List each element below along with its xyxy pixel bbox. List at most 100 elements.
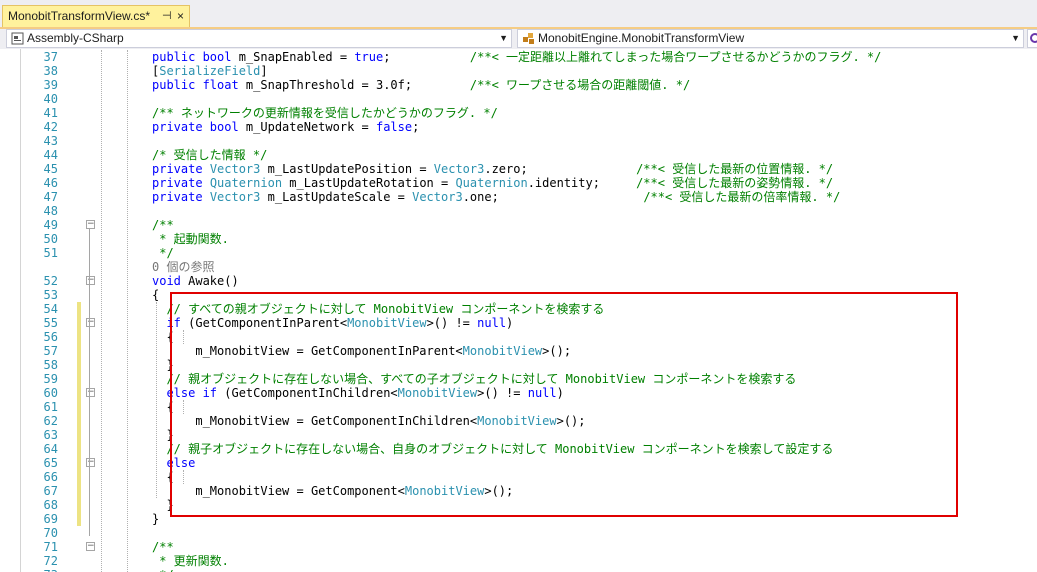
line-number: 66 xyxy=(43,470,58,484)
line-number: 41 xyxy=(43,106,58,120)
change-marker xyxy=(77,470,81,484)
line-number: 49 xyxy=(43,218,58,232)
class-name: MonobitEngine.MonobitTransformView xyxy=(538,31,745,45)
line-number: 51 xyxy=(43,246,58,260)
fold-region-line xyxy=(89,228,90,536)
line-number: 54 xyxy=(43,302,58,316)
line-number: 50 xyxy=(43,232,58,246)
tab-title: MonobitTransformView.cs* xyxy=(8,9,151,23)
collapse-toggle-icon[interactable]: − xyxy=(86,388,95,397)
code-line[interactable]: 73 */ xyxy=(0,568,1037,572)
class-icon xyxy=(522,32,535,45)
line-number: 46 xyxy=(43,176,58,190)
code-line[interactable]: 39 public float m_SnapThreshold = 3.0f; /… xyxy=(0,78,1037,92)
change-marker xyxy=(77,344,81,358)
close-icon[interactable]: × xyxy=(177,6,184,26)
project-dropdown[interactable]: Assembly-CSharp ▼ xyxy=(6,29,512,48)
line-number: 45 xyxy=(43,162,58,176)
project-name: Assembly-CSharp xyxy=(27,31,124,45)
line-number: 60 xyxy=(43,386,58,400)
collapse-toggle-icon[interactable]: − xyxy=(86,276,95,285)
line-number: 67 xyxy=(43,484,58,498)
line-number: 39 xyxy=(43,78,58,92)
code-line[interactable]: 48 xyxy=(0,204,1037,218)
code-text: } xyxy=(152,512,160,526)
line-number: 69 xyxy=(43,512,58,526)
code-editor[interactable]: 37 public bool m_SnapEnabled = true; /**<… xyxy=(0,49,1037,572)
line-number: 48 xyxy=(43,204,58,218)
code-line[interactable]: 45 private Vector3 m_LastUpdatePosition =… xyxy=(0,162,1037,176)
line-number: 65 xyxy=(43,456,58,470)
member-icon xyxy=(1029,32,1037,45)
change-marker xyxy=(77,358,81,372)
code-line[interactable]: 41 /** ネットワークの更新情報を受信したかどうかのフラグ. */ xyxy=(0,106,1037,120)
code-text: /* 受信した情報 */ xyxy=(152,148,268,162)
code-text: [SerializeField] xyxy=(152,64,268,78)
code-line[interactable]: 51 */ xyxy=(0,246,1037,260)
code-line[interactable]: 38 [SerializeField] xyxy=(0,64,1037,78)
code-line[interactable]: 72 * 更新関数. xyxy=(0,554,1037,568)
document-tab[interactable]: MonobitTransformView.cs* ⊣ × xyxy=(2,5,190,27)
code-line[interactable]: 52 − void Awake() xyxy=(0,274,1037,288)
code-line[interactable]: 50 * 起動関数. xyxy=(0,232,1037,246)
change-marker xyxy=(77,428,81,442)
collapse-toggle-icon[interactable]: − xyxy=(86,458,95,467)
indent-guide xyxy=(127,50,128,572)
document-tab-bar: MonobitTransformView.cs* ⊣ × xyxy=(0,0,1037,29)
indent-guide xyxy=(101,50,102,572)
navigation-bar: Assembly-CSharp ▼ MonobitEngine.MonobitT… xyxy=(0,29,1037,49)
change-marker xyxy=(77,484,81,498)
code-text: * 更新関数. xyxy=(152,554,229,568)
code-line[interactable]: 40 xyxy=(0,92,1037,106)
code-text: private Vector3 m_LastUpdateScale = Vect… xyxy=(152,190,841,204)
change-marker xyxy=(77,400,81,414)
code-text: /** xyxy=(152,540,174,554)
chevron-down-icon: ▼ xyxy=(499,33,508,43)
code-line[interactable]: 70 xyxy=(0,526,1037,540)
code-line[interactable]: 46 private Quaternion m_LastUpdateRotatio… xyxy=(0,176,1037,190)
code-line[interactable]: 42 private bool m_UpdateNetwork = false; xyxy=(0,120,1037,134)
chevron-down-icon: ▼ xyxy=(1011,33,1020,43)
code-line[interactable]: 71 − /** xyxy=(0,540,1037,554)
line-number: 70 xyxy=(43,526,58,540)
line-number: 71 xyxy=(43,540,58,554)
line-number: 73 xyxy=(20,568,58,572)
pin-icon[interactable]: ⊣ xyxy=(162,6,172,26)
code-text: public float m_SnapThreshold = 3.0f; /**… xyxy=(152,78,691,92)
line-number: 56 xyxy=(43,330,58,344)
change-marker xyxy=(77,442,81,456)
line-number: 53 xyxy=(43,288,58,302)
line-number: 58 xyxy=(43,358,58,372)
line-number: 43 xyxy=(43,134,58,148)
line-number: 72 xyxy=(43,554,58,568)
code-line[interactable]: 49 − /** xyxy=(0,218,1037,232)
line-number: 64 xyxy=(43,442,58,456)
line-number: 61 xyxy=(43,400,58,414)
code-text: /** xyxy=(152,218,174,232)
highlight-box xyxy=(170,292,958,517)
collapse-toggle-icon[interactable]: − xyxy=(86,542,95,551)
line-number: 59 xyxy=(43,372,58,386)
code-line[interactable]: 44 /* 受信した情報 */ xyxy=(0,148,1037,162)
code-text: public bool m_SnapEnabled = true; /**< 一… xyxy=(152,50,882,64)
code-line[interactable]: 0 個の参照 xyxy=(0,260,1037,274)
line-number: 44 xyxy=(43,148,58,162)
line-number: 37 xyxy=(43,50,58,64)
code-text: private Quaternion m_LastUpdateRotation … xyxy=(152,176,834,190)
collapse-toggle-icon[interactable]: − xyxy=(86,318,95,327)
code-line[interactable]: 43 xyxy=(0,134,1037,148)
csharp-project-icon xyxy=(11,32,24,45)
line-number: 62 xyxy=(43,414,58,428)
class-dropdown[interactable]: MonobitEngine.MonobitTransformView ▼ xyxy=(517,29,1024,48)
code-text: private bool m_UpdateNetwork = false; xyxy=(152,120,420,134)
change-marker xyxy=(77,498,81,512)
code-text: { xyxy=(152,288,160,302)
code-line[interactable]: 47 private Vector3 m_LastUpdateScale = Ve… xyxy=(0,190,1037,204)
member-dropdown[interactable] xyxy=(1027,29,1037,48)
collapse-toggle-icon[interactable]: − xyxy=(86,220,95,229)
code-text: private Vector3 m_LastUpdatePosition = V… xyxy=(152,162,834,176)
code-text: * 起動関数. xyxy=(152,232,229,246)
line-number: 40 xyxy=(43,92,58,106)
line-number: 47 xyxy=(43,190,58,204)
code-line[interactable]: 37 public bool m_SnapEnabled = true; /**<… xyxy=(0,50,1037,64)
